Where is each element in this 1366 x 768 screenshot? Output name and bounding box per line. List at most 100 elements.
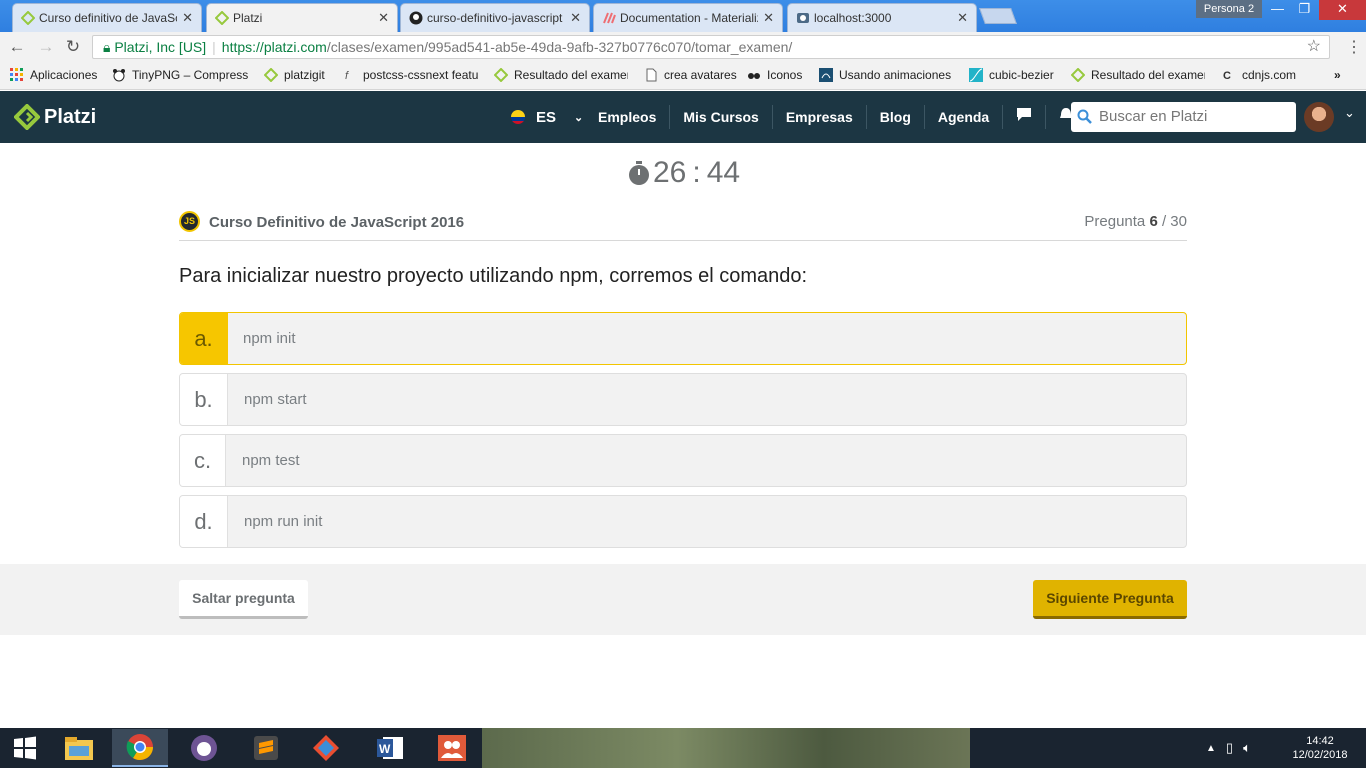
file-explorer-icon[interactable] — [51, 729, 107, 767]
url-bar[interactable]: 🔒︎ Platzi, Inc [US] | https://platzi.com/c… — [92, 35, 1330, 59]
answer-option-c[interactable]: c. npm test — [179, 434, 1187, 487]
browser-tab-strip: Curso definitivo de JavaScript ✕ Platzi … — [0, 0, 1366, 32]
stopwatch-icon — [629, 161, 649, 185]
windows-start-icon[interactable] — [0, 729, 50, 767]
github-favicon-icon — [409, 11, 423, 25]
platzi-logo[interactable]: Platzi — [14, 104, 96, 130]
close-tab-icon[interactable]: ✕ — [763, 10, 774, 26]
svg-text:f: f — [345, 70, 349, 82]
system-clock[interactable]: 14:42 12/02/2018 — [1284, 734, 1356, 762]
tab-curso-definitivo[interactable]: Curso definitivo de JavaScript ✕ — [12, 3, 202, 32]
people-icon[interactable] — [424, 729, 480, 767]
bookmark-apps[interactable]: Aplicaciones — [10, 68, 106, 82]
back-arrow-icon[interactable]: ← — [7, 37, 27, 57]
bookmarks-bar: Aplicaciones TinyPNG – Compress platzigi… — [0, 62, 1366, 90]
answer-option-a[interactable]: a. npm init — [179, 312, 1187, 365]
glasses-icon — [748, 73, 760, 79]
chevron-down-icon: ⌄ — [574, 111, 584, 124]
bookmark-cubic-bezier[interactable]: cubic-bezier — [969, 68, 1061, 82]
bookmark-crea-avatares[interactable]: crea avatares — [644, 68, 738, 82]
nav-blog[interactable]: Blog — [867, 105, 925, 129]
animation-icon — [819, 68, 833, 82]
bookmark-resultado-1[interactable]: Resultado del examen — [494, 68, 628, 82]
nav-empresas[interactable]: Empresas — [773, 105, 867, 129]
option-letter: a. — [180, 313, 228, 364]
chevron-down-icon[interactable]: ⌄ — [1344, 105, 1355, 121]
language-selector[interactable]: ES ⌄ — [510, 91, 583, 143]
timer-seconds: 44 — [706, 156, 741, 189]
github-desktop-icon[interactable] — [176, 729, 232, 767]
timer-separator: : — [692, 156, 701, 189]
volume-icon[interactable]: 🔈︎ — [1243, 740, 1251, 756]
question-text: Para inicializar nuestro proyecto utiliz… — [179, 265, 808, 287]
battery-icon[interactable]: ▯ — [1226, 740, 1233, 756]
answer-option-b[interactable]: b. npm start — [179, 373, 1187, 426]
course-title: Curso Definitivo de JavaScript 2016 — [209, 214, 465, 231]
tab-title: localhost:3000 — [814, 11, 892, 25]
tab-title: Platzi — [233, 11, 263, 25]
forward-arrow-icon[interactable]: → — [36, 37, 56, 57]
tab-platzi[interactable]: Platzi ✕ — [206, 3, 398, 32]
bookmark-label: Aplicaciones — [30, 68, 98, 82]
bookmark-resultado-2[interactable]: Resultado del examen — [1071, 68, 1205, 82]
word-icon[interactable]: W — [362, 729, 418, 767]
next-question-button[interactable]: Siguiente Pregunta — [1033, 580, 1187, 619]
option-text: npm test — [242, 452, 300, 469]
tab-github[interactable]: curso-definitivo-javascript ✕ — [400, 3, 590, 32]
desktop-wallpaper-strip — [482, 728, 970, 768]
nav-empleos[interactable]: Empleos — [585, 105, 671, 129]
tab-materialize[interactable]: Documentation - Materialize ✕ — [593, 3, 783, 32]
platzi-logo-text: Platzi — [44, 105, 97, 128]
new-tab-button[interactable] — [979, 8, 1017, 24]
close-tab-icon[interactable]: ✕ — [570, 10, 581, 26]
bookmark-platzigit[interactable]: platzigit — [264, 68, 334, 82]
apps-grid-icon — [10, 68, 23, 81]
bookmark-label: crea avatares — [664, 68, 737, 82]
clock-date: 12/02/2018 — [1292, 749, 1348, 761]
sublime-text-icon[interactable] — [238, 729, 294, 767]
chrome-icon[interactable] — [112, 729, 168, 767]
tab-localhost[interactable]: localhost:3000 ✕ — [787, 3, 977, 32]
bookmark-usando-animaciones[interactable]: Usando animaciones — [819, 68, 955, 82]
bookmark-tinypng[interactable]: TinyPNG – Compress — [112, 68, 250, 82]
nav-mis-cursos[interactable]: Mis Cursos — [670, 105, 773, 129]
clock-time: 14:42 — [1306, 735, 1334, 747]
user-avatar[interactable] — [1304, 102, 1334, 132]
page-favicon-icon — [797, 13, 809, 23]
svg-text:C: C — [1223, 70, 1231, 82]
bookmark-iconos[interactable]: Iconos — [747, 68, 809, 82]
minimize-window-icon[interactable]: — — [1264, 0, 1291, 20]
close-tab-icon[interactable]: ✕ — [182, 10, 193, 26]
profile-button[interactable]: Persona 2 — [1196, 0, 1262, 18]
option-text: npm start — [244, 391, 307, 408]
option-text: npm run init — [244, 513, 323, 530]
site-identity[interactable]: Platzi, Inc [US] — [114, 39, 206, 55]
bookmark-label: postcss-cssnext featu — [363, 68, 479, 82]
close-tab-icon[interactable]: ✕ — [378, 10, 389, 26]
page-icon — [646, 68, 657, 82]
platzi-favicon-icon — [215, 11, 229, 25]
course-badge: JS — [179, 211, 200, 232]
maximize-window-icon[interactable]: ❐ — [1291, 0, 1318, 20]
close-tab-icon[interactable]: ✕ — [957, 10, 968, 26]
chevron-up-icon[interactable]: ▲ — [1206, 743, 1216, 754]
answer-option-d[interactable]: d. npm run init — [179, 495, 1187, 548]
url-path: /clases/examen/995ad541-ab5e-49da-9afb-3… — [326, 39, 793, 55]
exam-timer: 26 : 44 — [627, 156, 740, 190]
tab-title: curso-definitivo-javascript — [427, 11, 563, 25]
skip-question-button[interactable]: Saltar pregunta — [179, 580, 308, 619]
reload-icon[interactable]: ↻ — [63, 37, 83, 57]
close-window-icon[interactable]: ✕ — [1319, 0, 1366, 20]
exam-footer: Saltar pregunta Siguiente Pregunta — [0, 564, 1366, 635]
git-icon[interactable] — [298, 729, 354, 767]
bookmark-star-icon[interactable]: ☆ — [1307, 36, 1321, 58]
search-input[interactable]: Buscar en Platzi — [1071, 102, 1296, 132]
chrome-menu-icon[interactable]: ⋮ — [1344, 37, 1364, 57]
more-bookmarks-icon[interactable]: » — [1334, 68, 1350, 82]
bookmark-postcss[interactable]: f postcss-cssnext featu — [343, 68, 479, 82]
colombia-flag-icon — [511, 110, 525, 124]
bookmark-cdnjs[interactable]: C cdnjs.com — [1222, 68, 1302, 82]
chat-bubble-icon[interactable] — [1003, 105, 1047, 129]
tab-title: Documentation - Materialize — [620, 11, 758, 25]
nav-agenda[interactable]: Agenda — [925, 105, 1004, 129]
